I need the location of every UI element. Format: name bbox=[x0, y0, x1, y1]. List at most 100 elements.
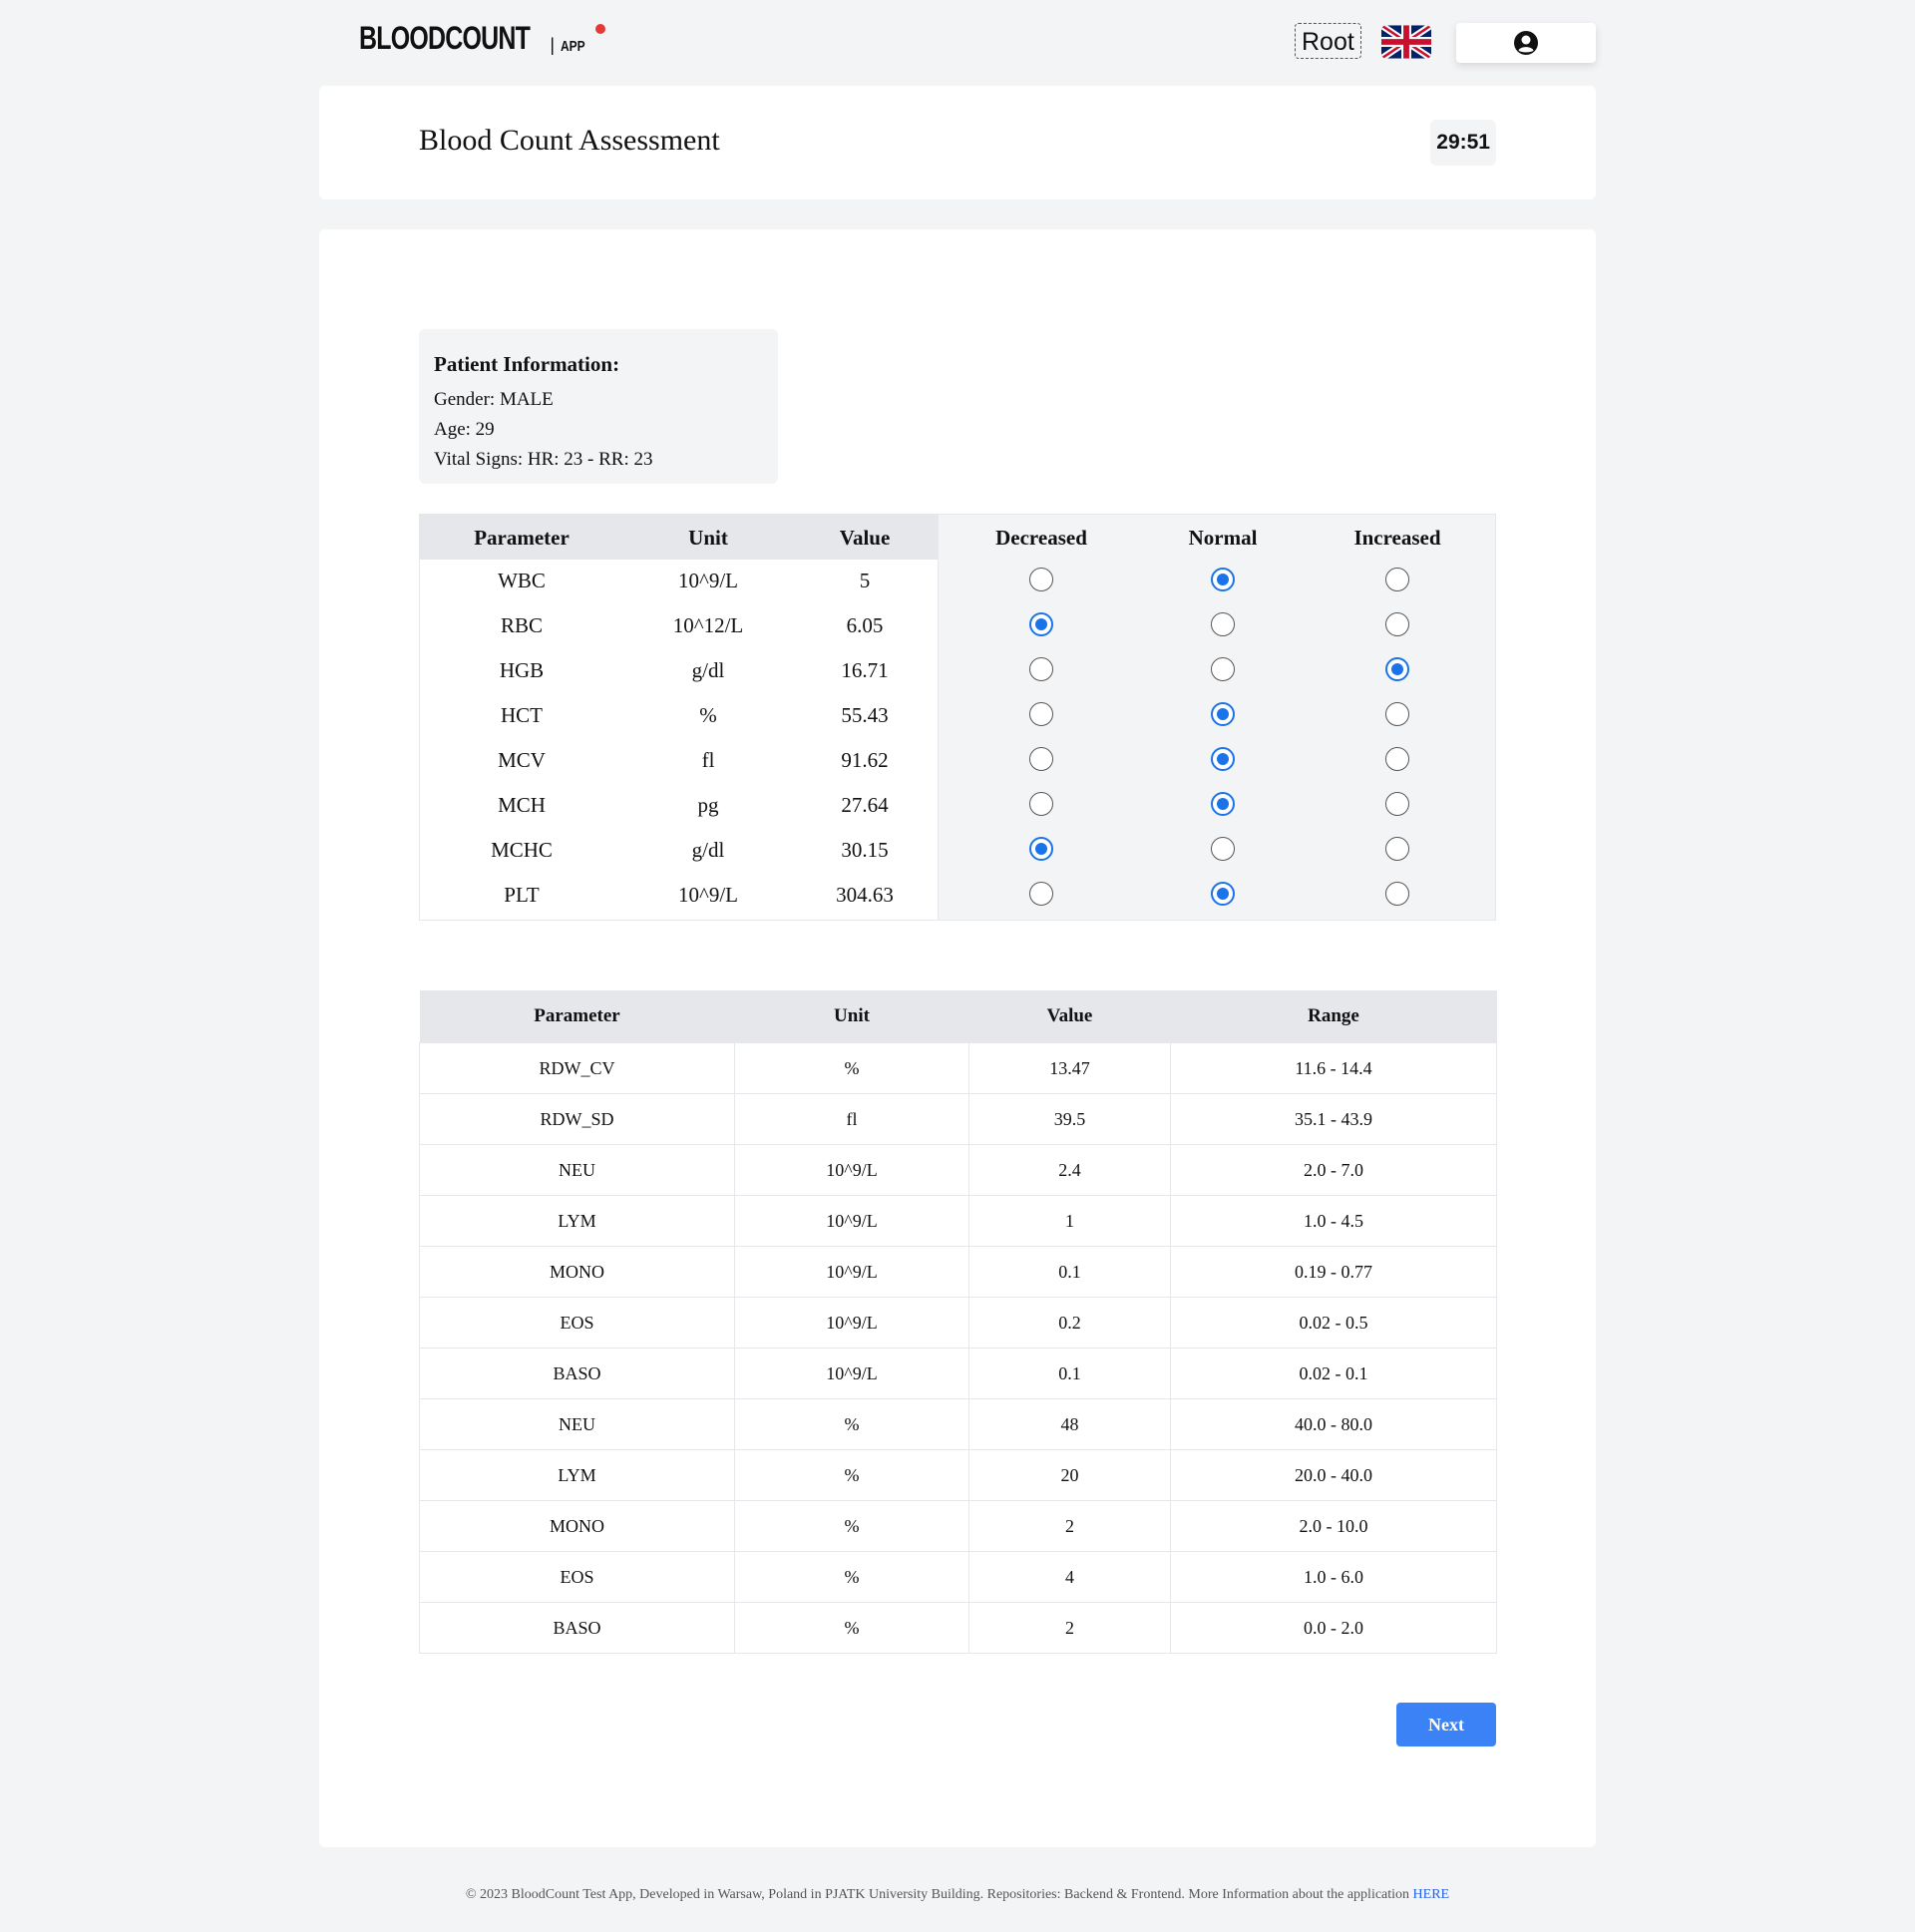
ref-cell-range: 20.0 - 40.0 bbox=[1170, 1449, 1497, 1501]
assess-cell-parameter: MCH bbox=[498, 793, 546, 817]
radio-normal-hct[interactable] bbox=[1211, 702, 1235, 726]
ref-cell-unit: % bbox=[734, 1398, 969, 1450]
radio-increased-hgb[interactable] bbox=[1385, 657, 1409, 681]
footer-text: © 2023 BloodCount Test App, Developed in… bbox=[465, 1887, 1413, 1902]
radio-normal-plt[interactable] bbox=[1211, 882, 1235, 906]
next-button[interactable]: Next bbox=[1396, 1703, 1496, 1746]
assess-cell-value: 304.63 bbox=[836, 883, 894, 907]
role-button[interactable]: Root bbox=[1295, 23, 1361, 59]
ref-cell-value: 2.4 bbox=[968, 1144, 1171, 1196]
radio-decreased-wbc[interactable] bbox=[1029, 568, 1053, 591]
assess-cell-unit: % bbox=[699, 703, 717, 727]
radio-decreased-mchc[interactable] bbox=[1029, 837, 1053, 861]
patient-gender: Gender: MALE bbox=[434, 389, 554, 410]
assess-cell-unit: g/dl bbox=[691, 658, 725, 682]
radio-decreased-mch[interactable] bbox=[1029, 792, 1053, 816]
ref-cell-value: 20 bbox=[968, 1449, 1171, 1501]
logo[interactable]: BLOODCOUNT | APP bbox=[359, 22, 605, 55]
ref-cell-unit: % bbox=[734, 1500, 969, 1552]
radio-increased-hct[interactable] bbox=[1385, 702, 1409, 726]
ref-cell-unit: 10^9/L bbox=[734, 1246, 969, 1298]
logo-wordmark: BLOODCOUNT | APP bbox=[359, 22, 605, 55]
patient-age: Age: 29 bbox=[434, 419, 495, 440]
ref-cell-parameter: EOS bbox=[419, 1297, 735, 1349]
radio-decreased-hct[interactable] bbox=[1029, 702, 1053, 726]
table-row: MONO% 2 2.0 - 10.0 bbox=[419, 1500, 1497, 1552]
logo-app-text: APP bbox=[561, 38, 585, 55]
user-menu-button[interactable] bbox=[1456, 23, 1596, 63]
footer-here-link[interactable]: HERE bbox=[1413, 1887, 1450, 1902]
uk-flag-icon[interactable] bbox=[1381, 24, 1431, 60]
ref-cell-parameter: LYM bbox=[419, 1449, 735, 1501]
table-row: MONO 10^9/L 0.1 0.19 - 0.77 bbox=[419, 1246, 1497, 1298]
assess-cell-unit: pg bbox=[697, 793, 719, 817]
assess-cell-value: 5 bbox=[859, 569, 871, 592]
ref-cell-range: 11.6 - 14.4 bbox=[1170, 1042, 1497, 1094]
ref-header-parameter: Parameter bbox=[419, 990, 735, 1043]
user-circle-icon bbox=[1514, 31, 1538, 55]
assess-header-unit: Unit bbox=[688, 526, 728, 550]
table-row: EOS% 4 1.0 - 6.0 bbox=[419, 1551, 1497, 1603]
assess-header-value: Value bbox=[839, 526, 891, 550]
radio-increased-wbc[interactable] bbox=[1385, 568, 1409, 591]
table-row: RDW_CV% 13.47 11.6 - 14.4 bbox=[419, 1042, 1497, 1094]
logo-separator: | bbox=[550, 35, 555, 55]
ref-cell-range: 1.0 - 4.5 bbox=[1170, 1195, 1497, 1247]
assess-cell-value: 30.15 bbox=[841, 838, 889, 862]
radio-normal-mcv[interactable] bbox=[1211, 747, 1235, 771]
ref-cell-unit: % bbox=[734, 1551, 969, 1603]
radio-increased-plt[interactable] bbox=[1385, 882, 1409, 906]
ref-cell-value: 2 bbox=[968, 1500, 1171, 1552]
table-row: EOS 10^9/L 0.2 0.02 - 0.5 bbox=[419, 1297, 1497, 1349]
ref-cell-unit: % bbox=[734, 1449, 969, 1501]
assess-cell-value: 6.05 bbox=[846, 613, 884, 637]
table-row: LYM% 20 20.0 - 40.0 bbox=[419, 1449, 1497, 1501]
ref-cell-range: 40.0 - 80.0 bbox=[1170, 1398, 1497, 1450]
radio-normal-mch[interactable] bbox=[1211, 792, 1235, 816]
footer: © 2023 BloodCount Test App, Developed in… bbox=[0, 1887, 1915, 1903]
assess-cell-unit: 10^9/L bbox=[677, 883, 739, 907]
table-row: NEU% 48 40.0 - 80.0 bbox=[419, 1398, 1497, 1450]
assess-cell-parameter: RBC bbox=[500, 613, 544, 637]
ref-cell-value: 0.1 bbox=[968, 1246, 1171, 1298]
ref-cell-parameter: RDW_CV bbox=[419, 1042, 735, 1094]
uk-flag-svg bbox=[1381, 25, 1431, 59]
radio-increased-mchc[interactable] bbox=[1385, 837, 1409, 861]
assess-cell-unit: fl bbox=[701, 748, 715, 772]
countdown-timer: 29:51 bbox=[1430, 120, 1496, 166]
radio-increased-rbc[interactable] bbox=[1385, 612, 1409, 636]
ref-cell-unit: 10^9/L bbox=[734, 1195, 969, 1247]
ref-cell-parameter: NEU bbox=[419, 1398, 735, 1450]
radio-normal-hgb[interactable] bbox=[1211, 657, 1235, 681]
patient-info-panel: Patient Information: Gender: MALE Age: 2… bbox=[419, 329, 778, 484]
assess-cell-unit: 10^12/L bbox=[672, 613, 744, 637]
assess-cell-parameter: MCV bbox=[498, 748, 546, 772]
radio-normal-rbc[interactable] bbox=[1211, 612, 1235, 636]
radio-decreased-hgb[interactable] bbox=[1029, 657, 1053, 681]
ref-cell-range: 0.02 - 0.5 bbox=[1170, 1297, 1497, 1349]
assess-header-normal: Normal bbox=[1188, 526, 1258, 550]
patient-vitals: Vital Signs: HR: 23 - RR: 23 bbox=[434, 449, 653, 470]
ref-cell-unit: fl bbox=[734, 1093, 969, 1145]
reference-table: Parameter Unit Value Range RDW_CV% 13.47 1… bbox=[419, 990, 1497, 1654]
ref-cell-range: 2.0 - 10.0 bbox=[1170, 1500, 1497, 1552]
ref-header-unit: Unit bbox=[734, 990, 969, 1043]
ref-cell-unit: % bbox=[734, 1042, 969, 1094]
assess-header-increased: Increased bbox=[1353, 526, 1441, 550]
radio-increased-mcv[interactable] bbox=[1385, 747, 1409, 771]
assess-cell-unit: 10^9/L bbox=[677, 569, 739, 592]
radio-decreased-rbc[interactable] bbox=[1029, 612, 1053, 636]
table-row: BASO 10^9/L 0.1 0.02 - 0.1 bbox=[419, 1348, 1497, 1399]
radio-decreased-mcv[interactable] bbox=[1029, 747, 1053, 771]
table-row: LYM 10^9/L 1 1.0 - 4.5 bbox=[419, 1195, 1497, 1247]
ref-cell-range: 1.0 - 6.0 bbox=[1170, 1551, 1497, 1603]
ref-cell-parameter: RDW_SD bbox=[419, 1093, 735, 1145]
radio-increased-mch[interactable] bbox=[1385, 792, 1409, 816]
radio-decreased-plt[interactable] bbox=[1029, 882, 1053, 906]
ref-header-range: Range bbox=[1170, 990, 1497, 1043]
ref-cell-range: 2.0 - 7.0 bbox=[1170, 1144, 1497, 1196]
page-title: Blood Count Assessment bbox=[419, 124, 720, 157]
radio-normal-mchc[interactable] bbox=[1211, 837, 1235, 861]
radio-normal-wbc[interactable] bbox=[1211, 568, 1235, 591]
ref-cell-parameter: EOS bbox=[419, 1551, 735, 1603]
